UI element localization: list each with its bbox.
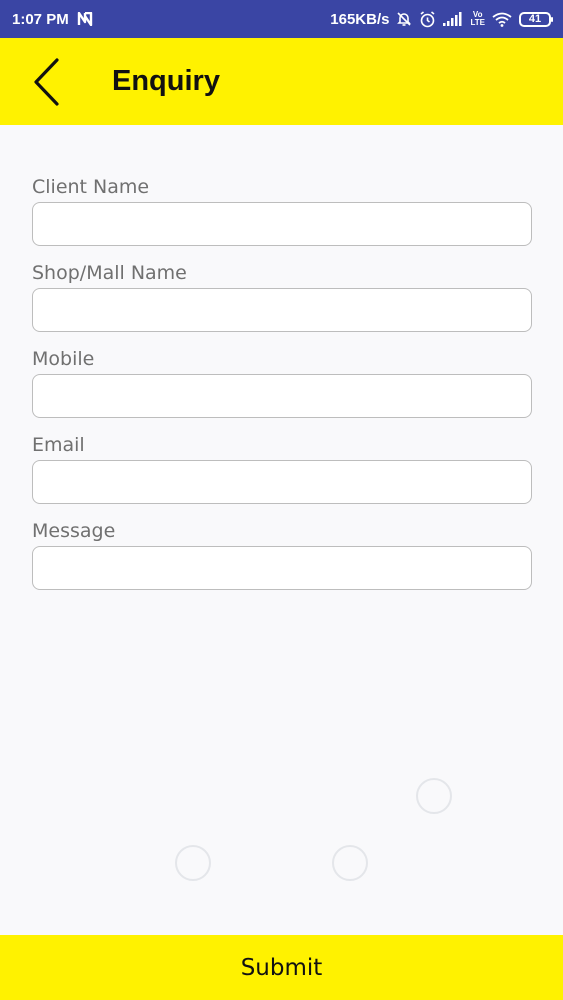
network-speed: 165KB/s (330, 10, 390, 28)
mobile-input[interactable] (32, 374, 532, 418)
status-right: 165KB/s Vo LTE 41 (330, 10, 553, 28)
email-field: Email (32, 430, 532, 504)
volte-icon: Vo LTE (470, 11, 485, 27)
status-bar: 1:07 PM 165KB/s Vo LTE 41 (0, 0, 563, 38)
bell-muted-icon (396, 11, 412, 27)
message-input[interactable] (32, 546, 532, 590)
mobile-label: Mobile (32, 348, 95, 370)
chevron-left-icon (34, 57, 59, 106)
page-title: Enquiry (112, 65, 220, 97)
status-left: 1:07 PM (12, 11, 93, 28)
email-input[interactable] (32, 460, 532, 504)
message-label: Message (32, 520, 116, 542)
submit-button[interactable]: Submit (0, 935, 563, 1000)
battery-icon: 41 (519, 11, 553, 27)
enquiry-form: Client Name Shop/Mall Name Mobile Email … (32, 172, 532, 602)
shop-mall-name-field: Shop/Mall Name (32, 258, 532, 332)
battery-level: 41 (528, 13, 542, 25)
status-time: 1:07 PM (12, 10, 69, 28)
shop-mall-name-input[interactable] (32, 288, 532, 332)
n-notification-icon (77, 12, 93, 26)
touch-indicator-circle (175, 845, 211, 881)
email-label: Email (32, 434, 85, 456)
client-name-input[interactable] (32, 202, 532, 246)
back-button[interactable] (12, 38, 82, 125)
mobile-field: Mobile (32, 344, 532, 418)
message-field: Message (32, 516, 532, 590)
volte-bottom-text: LTE (470, 18, 485, 27)
shop-mall-name-label: Shop/Mall Name (32, 262, 187, 284)
touch-indicator-circle (416, 778, 452, 814)
signal-icon (443, 12, 463, 26)
client-name-field: Client Name (32, 172, 532, 246)
touch-indicator-circle (332, 845, 368, 881)
alarm-icon (419, 10, 436, 28)
wifi-icon (492, 12, 512, 27)
client-name-label: Client Name (32, 176, 150, 198)
app-bar: Enquiry (0, 38, 563, 125)
